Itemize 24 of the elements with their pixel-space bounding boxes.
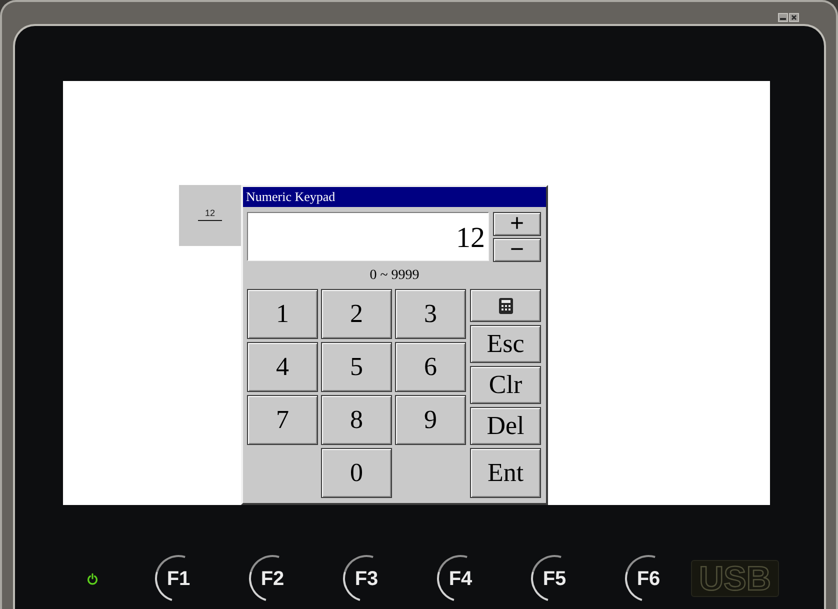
keypad-key[interactable]: Del (470, 407, 541, 445)
calculator-icon (498, 298, 512, 314)
calculator-button[interactable] (470, 289, 541, 322)
keypad-key[interactable]: 6 (395, 342, 466, 392)
minimize-icon[interactable] (778, 13, 788, 22)
keypad-key[interactable]: 9 (395, 395, 466, 445)
decrement-button[interactable]: − (493, 238, 541, 262)
window-title: Numeric Keypad (246, 189, 336, 205)
keypad-key[interactable]: Ent (470, 448, 541, 498)
range-label: 0 ~ 9999 (370, 268, 420, 284)
keypad-key[interactable]: 1 (247, 289, 318, 339)
keypad-key[interactable]: 0 (321, 448, 392, 498)
keypad-key[interactable]: 4 (247, 342, 318, 392)
keypad-key[interactable]: 5 (321, 342, 392, 392)
keypad-key[interactable]: Esc (470, 325, 541, 363)
close-icon[interactable] (789, 13, 799, 22)
keypad-key[interactable]: Clr (470, 366, 541, 404)
keypad-key[interactable]: 7 (247, 395, 318, 445)
increment-button[interactable]: + (493, 212, 541, 236)
keypad-key[interactable]: 3 (395, 289, 466, 339)
keypad-key[interactable]: 2 (321, 289, 392, 339)
value-field[interactable]: 12 (247, 212, 489, 261)
keypad-key[interactable]: 8 (321, 395, 392, 445)
numeric-input-field[interactable]: 12 (179, 185, 241, 246)
